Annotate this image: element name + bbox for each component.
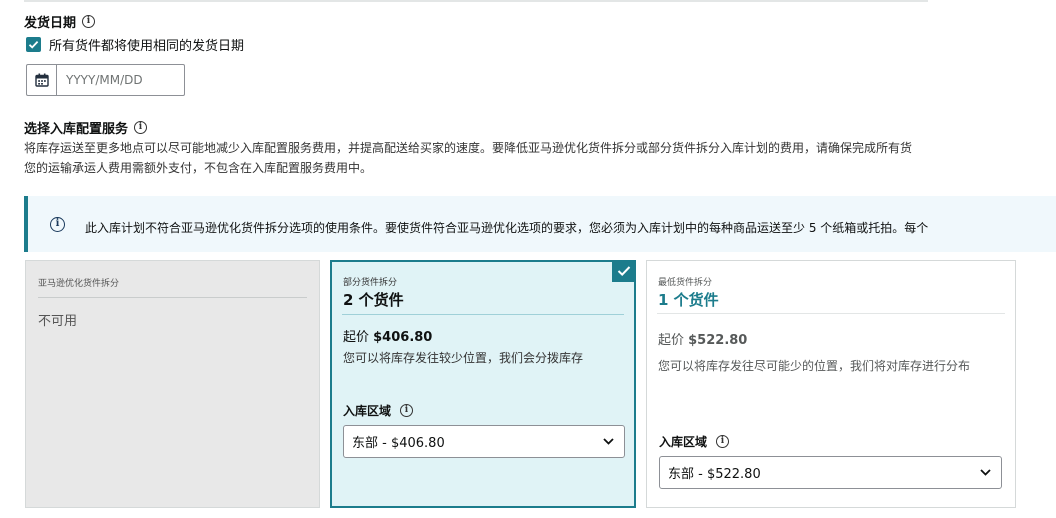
region-select-value: 东部 - $522.80 xyxy=(668,467,761,482)
top-divider xyxy=(24,0,928,2)
same-date-label: 所有货件都将使用相同的发货日期 xyxy=(49,39,245,54)
chevron-down-icon xyxy=(980,469,991,476)
info-icon[interactable]: i xyxy=(134,121,148,134)
ship-date-heading: 发货日期 i xyxy=(24,12,96,31)
ship-date-field[interactable] xyxy=(26,64,185,96)
info-icon[interactable]: i xyxy=(82,15,96,28)
info-icon[interactable]: i xyxy=(716,435,730,448)
ship-date-title: 发货日期 xyxy=(24,16,77,31)
checkmark-icon xyxy=(28,40,39,49)
eligibility-alert: i 此入库计划不符合亚马逊优化货件拆分选项的使用条件。要使货件符合亚马逊优化选项… xyxy=(24,196,1056,252)
region-label: 入库区域 i xyxy=(343,402,414,419)
checkmark-icon xyxy=(617,266,631,277)
shipment-count: 2 个货件 xyxy=(343,291,404,309)
placement-service-description: 将库存运送至更多地点可以尽可能地减少入库配置服务费用，并提高配送给买家的速度。要… xyxy=(24,141,913,175)
calendar-icon xyxy=(34,73,49,87)
card-kicker: 部分货件拆分 xyxy=(343,278,398,288)
option-card-minimal-split[interactable]: 最低货件拆分 1 个货件 起价 $522.80 您可以将库存发往尽可能少的位置，… xyxy=(646,260,1016,508)
shipment-count: 1 个货件 xyxy=(658,291,719,309)
calendar-button[interactable] xyxy=(27,65,57,95)
chevron-down-icon xyxy=(603,438,614,445)
starting-price: 起价 $406.80 xyxy=(343,330,433,345)
info-icon: i xyxy=(50,216,65,232)
card-kicker: 亚马逊优化货件拆分 xyxy=(38,279,120,289)
region-select-value: 东部 - $406.80 xyxy=(352,436,445,451)
card-description: 您可以将库存发往尽可能少的位置，我们将对库存进行分布 xyxy=(658,359,971,373)
ship-date-input[interactable] xyxy=(57,73,177,87)
region-label: 入库区域 i xyxy=(659,433,730,450)
card-divider xyxy=(657,313,1005,314)
card-divider xyxy=(38,297,307,298)
unavailable-text: 不可用 xyxy=(38,314,78,329)
placement-service-heading: 选择入库配置服务 i xyxy=(24,118,148,137)
placement-service-title: 选择入库配置服务 xyxy=(24,122,129,137)
info-icon[interactable]: i xyxy=(400,404,414,417)
alert-text: 此入库计划不符合亚马逊优化货件拆分选项的使用条件。要使货件符合亚马逊优化选项的要… xyxy=(85,220,929,235)
card-description: 您可以将库存发往较少位置，我们会分拨库存 xyxy=(343,351,584,365)
region-select[interactable]: 东部 - $522.80 xyxy=(659,456,1002,489)
same-date-checkbox-row[interactable]: 所有货件都将使用相同的发货日期 xyxy=(26,35,244,54)
starting-price: 起价 $522.80 xyxy=(658,333,748,348)
card-kicker: 最低货件拆分 xyxy=(658,278,713,288)
selected-badge xyxy=(612,260,636,282)
card-divider xyxy=(342,314,624,315)
same-date-checkbox[interactable] xyxy=(26,37,41,52)
option-card-amazon-optimized: 亚马逊优化货件拆分 不可用 xyxy=(25,260,320,508)
region-select[interactable]: 东部 - $406.80 xyxy=(343,425,625,458)
option-card-partial-split[interactable]: 部分货件拆分 2 个货件 起价 $406.80 您可以将库存发往较少位置，我们会… xyxy=(330,260,636,508)
